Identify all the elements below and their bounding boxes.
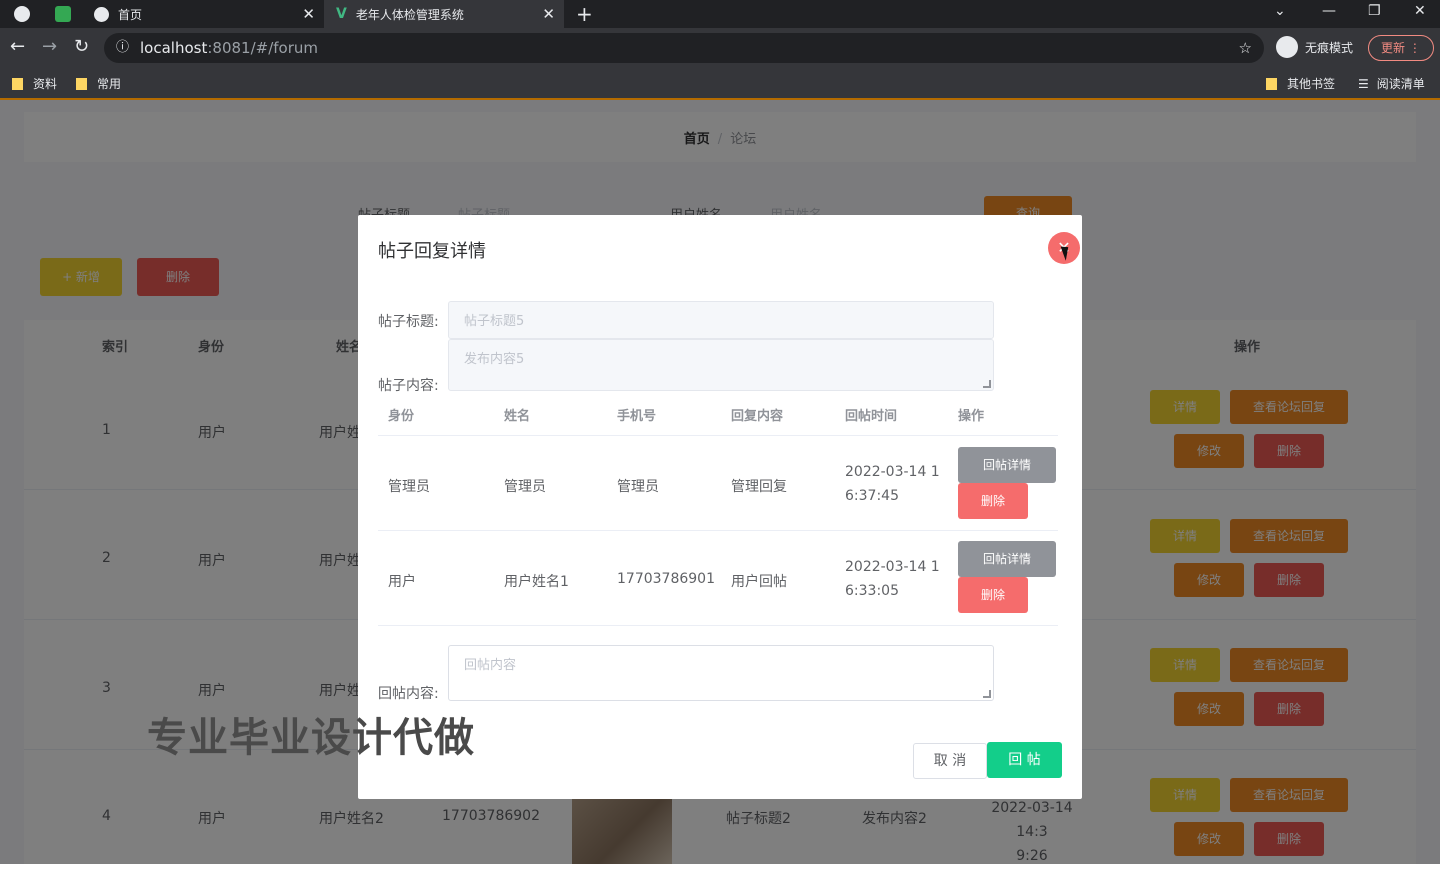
tab-search-chevron-icon[interactable]: ⌄ bbox=[1274, 3, 1286, 19]
reply-name: 用户姓名1 bbox=[504, 574, 569, 590]
column-header: 回帖时间 bbox=[845, 409, 898, 424]
bookmark-folder[interactable]: 常用 bbox=[76, 75, 121, 92]
reply-identity: 用户 bbox=[388, 574, 416, 590]
resize-handle-icon[interactable] bbox=[983, 690, 991, 698]
reply-name: 管理员 bbox=[504, 479, 546, 495]
reading-list[interactable]: ☰ 阅读清单 bbox=[1358, 75, 1425, 92]
site-info-icon[interactable]: ⓘ bbox=[116, 33, 129, 63]
post-content-textarea[interactable]: 发布内容5 bbox=[448, 339, 994, 391]
url-text: localhost:8081/#/forum bbox=[140, 39, 318, 57]
reply-table-header bbox=[378, 395, 1058, 436]
post-content-label: 帖子内容: bbox=[378, 378, 439, 394]
reply-row: 用户 用户姓名1 17703786901 用户回帖 2022-03-14 1 6:… bbox=[378, 531, 1058, 626]
reply-detail-button[interactable]: 回帖详情 bbox=[958, 447, 1056, 483]
column-header: 操作 bbox=[958, 409, 985, 424]
address-bar[interactable]: ⓘ localhost:8081/#/forum ☆ bbox=[104, 33, 1264, 63]
column-header: 手机号 bbox=[617, 409, 657, 424]
incognito-indicator[interactable]: 无痕模式 bbox=[1276, 36, 1353, 58]
reply-time: 2022-03-14 1 6:37:45 bbox=[845, 464, 940, 504]
update-button[interactable]: 更新 ⋮ bbox=[1368, 35, 1434, 61]
reply-time: 2022-03-14 1 6:33:05 bbox=[845, 559, 940, 599]
restore-icon[interactable]: ❐ bbox=[1368, 3, 1381, 19]
column-header: 回复内容 bbox=[731, 409, 784, 424]
column-header: 姓名 bbox=[504, 409, 531, 424]
reply-delete-button[interactable]: 删除 bbox=[958, 577, 1028, 613]
post-title-label: 帖子标题: bbox=[378, 314, 439, 330]
incognito-icon bbox=[1276, 36, 1298, 58]
forward-arrow-icon[interactable]: → bbox=[42, 36, 57, 57]
vue-icon: V bbox=[336, 6, 347, 22]
minimize-icon[interactable]: — bbox=[1322, 3, 1336, 19]
reply-content-textarea[interactable]: 回帖内容 bbox=[448, 645, 994, 701]
browser-tab-active[interactable]: V 老年人体检管理系统 ✕ bbox=[324, 0, 564, 28]
bookmark-star-icon[interactable]: ☆ bbox=[1239, 33, 1252, 63]
reply-detail-button[interactable]: 回帖详情 bbox=[958, 541, 1056, 577]
reply-identity: 管理员 bbox=[388, 479, 430, 495]
reading-list-icon: ☰ bbox=[1358, 76, 1369, 91]
post-title-input[interactable]: 帖子标题5 bbox=[448, 301, 994, 339]
browser-tab-home[interactable]: 首页 ✕ bbox=[80, 0, 324, 28]
reply-content-label: 回帖内容: bbox=[378, 686, 439, 702]
reply-content: 管理回复 bbox=[731, 479, 787, 495]
new-tab-icon[interactable]: + bbox=[576, 2, 593, 26]
reply-row: 管理员 管理员 管理员 管理回复 2022-03-14 1 6:37:45 回帖详… bbox=[378, 436, 1058, 531]
pinned-tab-globe-icon[interactable] bbox=[14, 6, 30, 22]
dialog-title: 帖子回复详情 bbox=[378, 241, 486, 262]
reload-icon[interactable]: ↻ bbox=[74, 36, 89, 57]
bookmark-folder[interactable]: 资料 bbox=[12, 75, 57, 92]
cancel-button[interactable]: 取 消 bbox=[913, 743, 987, 779]
incognito-label: 无痕模式 bbox=[1305, 40, 1354, 55]
resize-handle-icon[interactable] bbox=[983, 380, 991, 388]
folder-icon bbox=[12, 77, 23, 90]
bookmark-folder[interactable]: 其他书签 bbox=[1266, 75, 1335, 92]
close-window-icon[interactable]: ✕ bbox=[1414, 3, 1426, 19]
close-tab-icon[interactable]: ✕ bbox=[542, 5, 555, 23]
close-tab-icon[interactable]: ✕ bbox=[302, 5, 315, 23]
submit-reply-button[interactable]: 回 帖 bbox=[987, 742, 1062, 778]
globe-icon bbox=[94, 6, 109, 22]
tab-title: 老年人体检管理系统 bbox=[355, 7, 464, 22]
pinned-tab-sheet-icon[interactable] bbox=[55, 6, 71, 22]
reply-phone: 管理员 bbox=[617, 479, 659, 495]
column-header: 身份 bbox=[388, 409, 415, 424]
folder-icon bbox=[76, 77, 87, 90]
folder-icon bbox=[1266, 77, 1277, 90]
tab-title: 首页 bbox=[118, 7, 143, 22]
reply-content: 用户回帖 bbox=[731, 574, 787, 590]
bookmarks-bar: 资料 常用 其他书签 ☰ 阅读清单 bbox=[0, 68, 1440, 100]
reply-phone: 17703786901 bbox=[617, 571, 715, 587]
back-arrow-icon[interactable]: ← bbox=[10, 36, 25, 57]
browser-tab-strip: 首页 ✕ V 老年人体检管理系统 ✕ + ⌄ — ❐ ✕ bbox=[0, 0, 1440, 28]
address-toolbar: ← → ↻ ⓘ localhost:8081/#/forum ☆ 无痕模式 更新… bbox=[0, 28, 1440, 68]
reply-delete-button[interactable]: 删除 bbox=[958, 483, 1028, 519]
watermark-text: 专业毕业设计代做 bbox=[147, 715, 475, 761]
